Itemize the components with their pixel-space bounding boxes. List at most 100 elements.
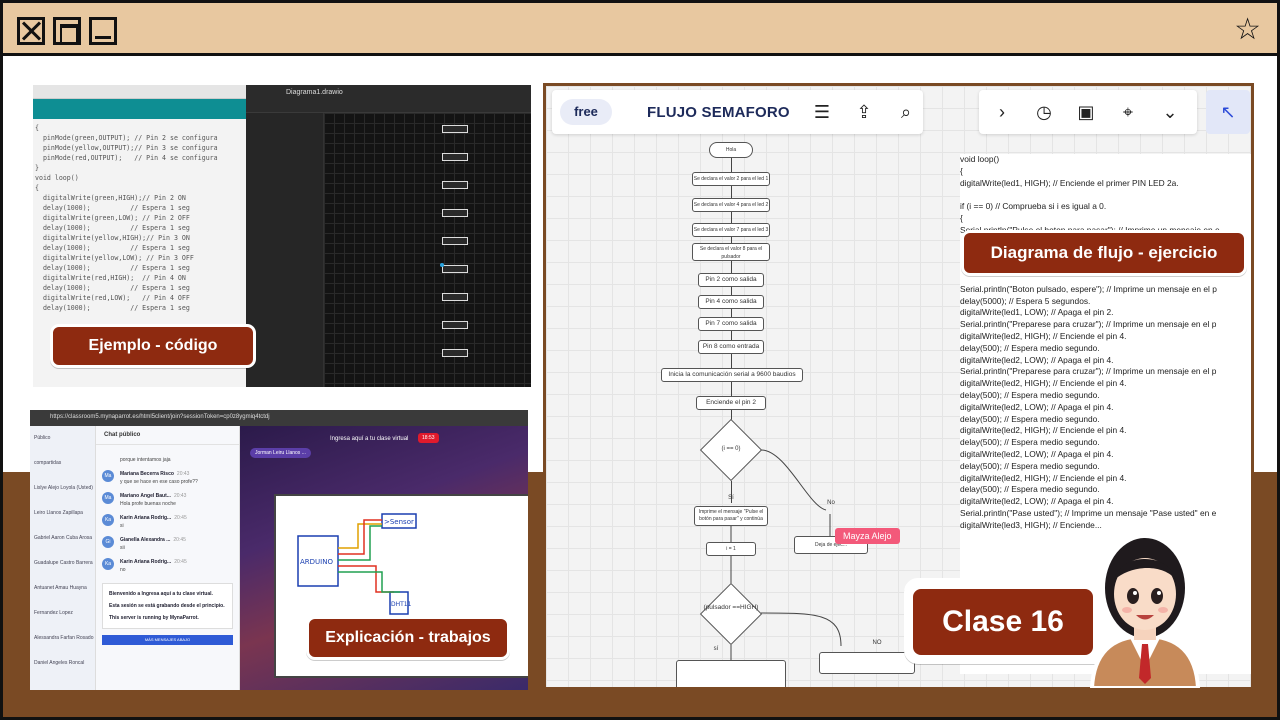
code-text-line: digitalWrite(led2, LOW); // Apaga el pin… — [960, 496, 1114, 507]
code-text-line: if (i == 0) // Comprueba si i es igual a… — [960, 201, 1107, 212]
participant-item[interactable]: Lislye Alejo Loyola (Usted) — [30, 476, 95, 501]
ide-toolbar — [33, 99, 246, 119]
user-avatar: Ka — [102, 514, 114, 526]
browser-url-bar: https://classroom5.mynaparrot.es/html5cl… — [30, 410, 528, 426]
chevron-right-icon[interactable]: › — [991, 102, 1013, 122]
code-line: digitalWrite(green,LOW); // Pin 2 OFF — [35, 214, 190, 222]
code-text-line: digitalWrite(led2, LOW); // Apaga el pin… — [960, 448, 1114, 459]
code-line: void loop() — [35, 174, 79, 182]
fc-node[interactable] — [676, 660, 786, 687]
star-icon[interactable]: ☆ — [1234, 15, 1261, 45]
cursor-dot — [440, 263, 444, 267]
code-line: { — [35, 184, 39, 192]
cursor-icon: ↖ — [1220, 102, 1236, 122]
mini-node — [442, 181, 468, 189]
fc-node[interactable]: i = 1 — [706, 542, 756, 556]
participant-item[interactable]: Leiro Llanos Zapillapa — [30, 501, 95, 526]
label-explanation: Explicación - trabajos — [306, 616, 510, 660]
message-text: Hola profe buenas noche — [120, 501, 176, 507]
mini-node — [442, 265, 468, 273]
drawio-header: Diagrama1.drawio — [246, 85, 531, 113]
code-text-line: Serial.println("Preparese para cruzar");… — [960, 319, 1217, 330]
code-text-line: { — [960, 212, 963, 223]
code-text-line: digitalWrite(led2, LOW); // Apaga el pin… — [960, 401, 1114, 412]
mini-node — [442, 237, 468, 245]
message-body: Karin Ariana Rodrig... 20:45 no — [120, 558, 187, 574]
participant-item[interactable]: Gabriel Aaron Cuba Arosa — [30, 526, 95, 551]
drawio-shapes-panel — [246, 113, 324, 387]
fc-connectors — [730, 449, 842, 660]
message-time: 20:43 — [176, 471, 190, 477]
mini-node — [442, 209, 468, 217]
message-body: Karin Ariana Rodrig... 20:45 si — [120, 514, 187, 530]
participant-item[interactable]: Guadalupe Castro Barrera — [30, 551, 95, 576]
message-text: si — [120, 523, 124, 529]
fc-node[interactable]: Imprime el mensaje "Pulse el botón para … — [694, 506, 768, 526]
code-text-line — [960, 189, 1251, 201]
chat-title: Chat público — [96, 426, 239, 445]
code-line: digitalWrite(yellow,LOW); // Pin 3 OFF — [35, 254, 194, 262]
message-time: 20:45 — [174, 515, 187, 521]
present-icon[interactable]: ▣ — [1075, 102, 1097, 122]
participant-item[interactable]: Alessandra Farfan Rosado — [30, 626, 95, 651]
welcome-message: Bienvenido a Ingresa aquí a tu clase vir… — [102, 583, 233, 629]
code-line: digitalWrite(red,LOW); // Pin 4 OFF — [35, 294, 190, 302]
message-author: Karin Ariana Rodrig... — [120, 559, 172, 565]
focus-icon[interactable]: ⌖ — [1117, 102, 1139, 122]
code-line: pinMode(green,OUTPUT); // Pin 2 se confi… — [35, 134, 218, 142]
select-tool-button[interactable]: ↖ — [1206, 90, 1250, 134]
chat-message: Ma Mariano Angel Baut... 20:43 Hola profe b… — [96, 489, 239, 511]
chat-panel: Chat público porque intentamos jaja Ma Mar… — [96, 426, 240, 690]
maximize-icon[interactable] — [53, 17, 81, 45]
message-time: 20:43 — [173, 493, 187, 499]
mini-node — [442, 153, 468, 161]
timer-icon[interactable]: ◷ — [1033, 102, 1055, 122]
class-badge-text: Clase 16 — [913, 589, 1093, 655]
code-text-line: { — [960, 165, 963, 176]
ide-menubar — [33, 85, 246, 99]
chevron-down-icon[interactable]: ⌄ — [1159, 102, 1181, 122]
chat-message: Ka Karin Ariana Rodrig... 20:45 si — [96, 511, 239, 533]
code-text-line: digitalWrite(led2, HIGH); // Enciende el… — [960, 472, 1127, 483]
message-text: no — [120, 567, 126, 573]
more-messages-button[interactable]: MÁS MENSAJES ABAJO — [102, 635, 233, 645]
code-text-line: Serial.println("Boton pulsado, espere");… — [960, 283, 1217, 294]
participant-item[interactable]: Daniel Angeles Roncal — [30, 651, 95, 676]
user-avatar: Ma — [102, 492, 114, 504]
chat-message: Ka Karin Ariana Rodrig... 20:45 no — [96, 555, 239, 577]
chat-message: porque intentamos jaja — [96, 445, 239, 467]
close-icon[interactable] — [17, 17, 45, 45]
message-body: Mariana Becerra Risco 20:43 y que se hace … — [120, 470, 198, 486]
code-line: delay(1000); // Espera 1 seg — [35, 304, 190, 312]
welcome-line: Bienvenido a Ingresa aquí a tu clase vir… — [109, 591, 213, 597]
welcome-line: Esta sesión se está grabando desde el pr… — [109, 603, 225, 609]
code-text-line: delay(500); // Espera medio segundo. — [960, 484, 1100, 495]
code-editor: { pinMode(green,OUTPUT); // Pin 2 se con… — [33, 119, 246, 317]
label-flowchart: Diagrama de flujo - ejercicio — [961, 230, 1247, 276]
minimize-icon[interactable] — [89, 17, 117, 45]
participant-item[interactable]: Fernandez Lopez — [30, 601, 95, 626]
participant-item[interactable]: Público — [30, 426, 95, 451]
message-author: Gianella Alexandra ... — [120, 537, 171, 543]
fc-node[interactable] — [819, 652, 915, 674]
drawio-canvas — [324, 113, 531, 387]
video-title: Ingresa aquí a tu clase virtual — [330, 436, 409, 442]
code-line: { — [35, 124, 39, 132]
mini-node — [442, 125, 468, 133]
recording-badge: 18:53 — [418, 433, 439, 443]
chat-messages: porque intentamos jaja Ma Mariana Becerra … — [96, 445, 239, 577]
svg-text:ARDUINO: ARDUINO — [300, 558, 333, 566]
participants-sidebar: Público compartidas Lislye Alejo Loyola (U… — [30, 426, 96, 690]
code-line: pinMode(red,OUTPUT); // Pin 4 se configu… — [35, 154, 218, 162]
participant-item[interactable]: compartidas — [30, 451, 95, 476]
code-text-line: delay(500); // Espera medio segundo. — [960, 460, 1100, 471]
fc-branch-label: sí — [713, 646, 719, 652]
svg-text:>Sensor: >Sensor — [384, 518, 414, 526]
code-text-line: delay(5000); // Espera 5 segundos. — [960, 295, 1091, 306]
code-text-line: digitalWrite(led2, LOW); // Apaga el pin… — [960, 354, 1114, 365]
mini-node — [442, 293, 468, 301]
collaborator-cursor: Mayza Alejo — [835, 528, 900, 544]
code-line: digitalWrite(red,HIGH); // Pin 4 ON — [35, 274, 186, 282]
participant-item[interactable]: Antuanet Amau Huayna — [30, 576, 95, 601]
code-line: digitalWrite(green,HIGH);// Pin 2 ON — [35, 194, 186, 202]
